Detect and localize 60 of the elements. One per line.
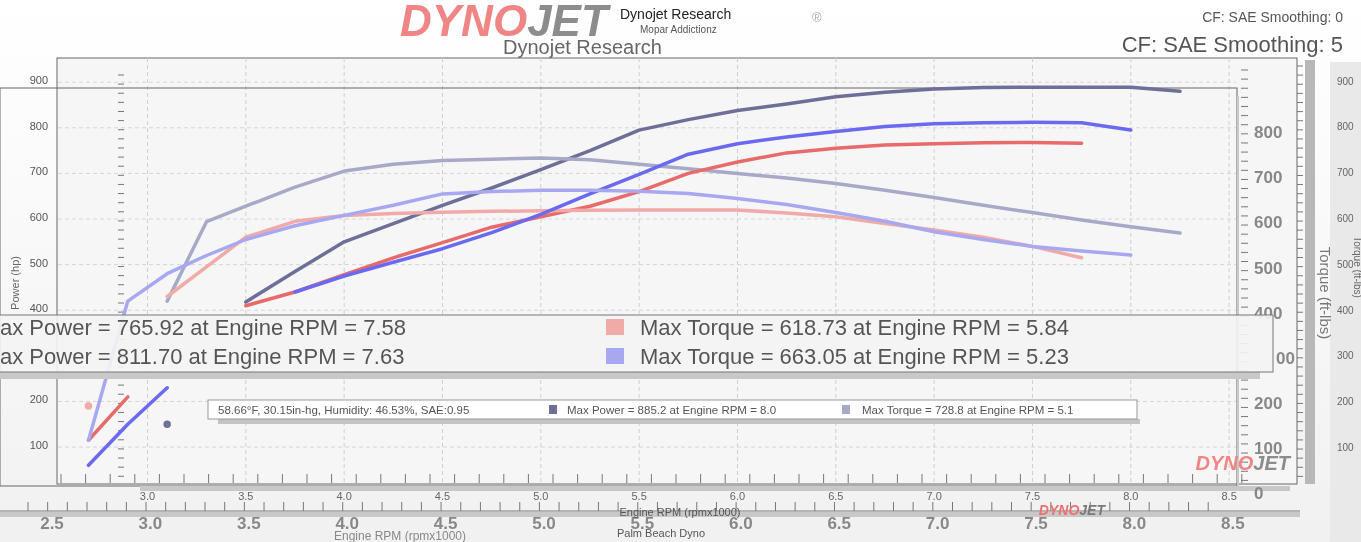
axis-tick-label: 800 — [29, 119, 48, 132]
axis-tick-label: 200 — [29, 393, 48, 406]
axis-tick-label: 700 — [1337, 167, 1354, 179]
axis-tick-label: 300 — [1337, 350, 1354, 362]
axis-tick-label: 200 — [1337, 396, 1354, 408]
conditions-label: 58.66°F, 30.15in-hg, Humidity: 46.53%, SAE:0.95 — [218, 404, 470, 416]
axis-tick-label: 600 — [29, 211, 48, 223]
axis-tick-label: 0 — [1254, 484, 1264, 503]
axis-tick-label: 8.5 — [1221, 490, 1237, 502]
axis-tick-label: 5.0 — [532, 514, 556, 533]
axis-tick-label: 4.5 — [434, 490, 451, 502]
axis-tick-label: 900 — [1337, 75, 1354, 87]
axis-tick-label: 700 — [1254, 168, 1283, 188]
axis-tick-label: 8.5 — [1221, 514, 1245, 533]
chart-title: Dynojet Research — [620, 6, 732, 22]
axis-tick-label: 8.0 — [1122, 514, 1147, 533]
axis-tick-label: 3.5 — [237, 514, 261, 533]
correction-info: CF: SAE Smoothing: 0 — [1202, 9, 1343, 25]
axis-title: Power (hp) — [9, 256, 21, 310]
axis-tick-label: 400 — [1337, 304, 1354, 316]
axis-tick-label: 400 — [29, 302, 48, 315]
axis-title: Torque (ft-lbs) — [1317, 246, 1334, 340]
axis-tick-label: 8.0 — [1123, 490, 1139, 502]
axis-tick-label: 600 — [1254, 213, 1283, 233]
axis-tick-label: 700 — [29, 165, 48, 178]
correction-info: CF: SAE Smoothing: 5 — [1121, 32, 1343, 57]
axis-tick-label: 7.0 — [926, 490, 942, 502]
axis-tick-label: 100 — [1337, 442, 1354, 453]
axis-tick-label: 500 — [1254, 258, 1283, 278]
axis-tick-label: 5.0 — [533, 490, 549, 502]
axis-tick-label: 800 — [1337, 121, 1354, 133]
legend-label: Max Power = 885.2 at Engine RPM = 8.0 — [567, 404, 777, 416]
axis-tick-label: 00 — [1276, 348, 1295, 368]
chart-subtitle: Mopar Addictionz — [640, 24, 717, 35]
axis-tick-label: 3.5 — [238, 490, 254, 502]
axis-title: Engine RPM (rpmx1000) — [333, 529, 467, 542]
legend-label: Max Torque = 618.73 at Engine RPM = 5.84 — [640, 315, 1069, 340]
axis-tick-label: 5.5 — [631, 490, 647, 502]
legend-label: ax Power = 765.92 at Engine RPM = 7.58 — [0, 315, 407, 340]
axis-tick-label: 7.0 — [925, 514, 950, 533]
axis-tick-label: 500 — [1337, 258, 1354, 270]
axis-tick-label: 7.5 — [1024, 490, 1041, 502]
legend-label: Max Torque = 663.05 at Engine RPM = 5.23 — [640, 344, 1069, 369]
axis-tick-label: 100 — [29, 439, 48, 452]
axis-tick-label: 6.0 — [729, 490, 746, 502]
legend-label: ax Power = 811.70 at Engine RPM = 7.63 — [0, 344, 405, 369]
legend-label: Max Torque = 728.8 at Engine RPM = 5.1 — [862, 404, 1074, 416]
axis-tick-label: 800 — [1254, 123, 1283, 143]
axis-tick-label: 6.5 — [828, 490, 844, 502]
axis-tick-label: 2.5 — [40, 514, 64, 533]
axis-tick-label: 900 — [29, 74, 48, 87]
axis-tick-label: 6.5 — [827, 514, 851, 533]
axis-tick-label: 4.0 — [336, 490, 352, 502]
axis-tick-label: 200 — [1254, 393, 1283, 413]
axis-title: Torque (ft-lbs) — [1352, 236, 1361, 298]
axis-tick-label: 3.0 — [139, 490, 156, 502]
axis-tick-label: 3.0 — [138, 514, 163, 533]
axis-tick-label: 600 — [1337, 213, 1354, 224]
axis-tick-label: 500 — [29, 256, 48, 269]
registered-mark: ® — [812, 10, 822, 25]
